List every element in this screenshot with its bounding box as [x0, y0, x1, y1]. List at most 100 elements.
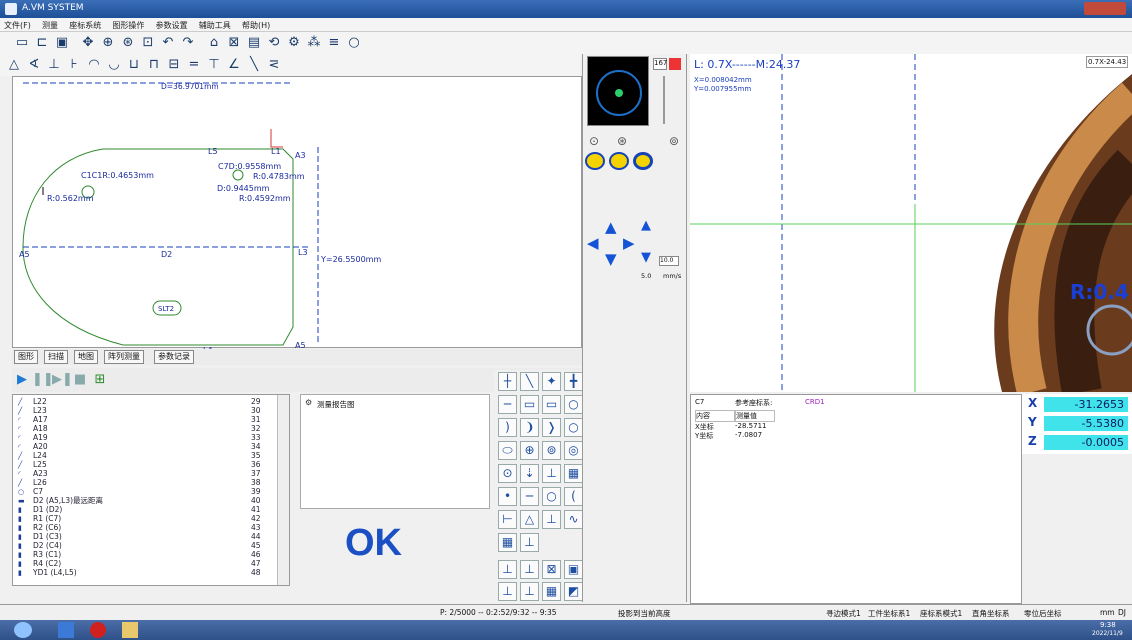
z-up-icon[interactable]: ▲: [641, 218, 651, 233]
calc-icon[interactable]: ▦: [564, 464, 583, 483]
new-file-icon[interactable]: ▭: [14, 35, 30, 51]
width-icon[interactable]: ⊢: [498, 510, 517, 529]
tree-root[interactable]: 测量报告图: [317, 399, 355, 410]
chart-icon[interactable]: ▦: [542, 582, 561, 601]
circle-tool-icon[interactable]: ○: [564, 395, 583, 414]
camera-view[interactable]: L: 0.7X------M:24.37 X=0.008042mm Y=0.00…: [690, 54, 1132, 392]
tab-params[interactable]: 参数记录: [154, 350, 194, 364]
open-folder-icon[interactable]: ⊏: [34, 35, 50, 51]
element-list[interactable]: ╱ L22 29 ╱ L23 30 ◜ A17 31 ◜ A18 32 ◜ A19 33 ◜ A20 3…: [12, 394, 290, 586]
minimap[interactable]: [587, 56, 649, 126]
home-icon[interactable]: ⌂: [206, 35, 222, 51]
crosshair-icon[interactable]: ┼: [498, 372, 517, 391]
tab-scan[interactable]: 扫描: [44, 350, 68, 364]
menu-file[interactable]: 文件(F): [0, 18, 35, 33]
window-controls[interactable]: [1084, 2, 1126, 15]
ge-icon[interactable]: ⋜: [266, 57, 282, 73]
task-app-icon[interactable]: [58, 622, 74, 638]
light-yellow-1-icon[interactable]: [585, 152, 605, 170]
pause-icon[interactable]: ❚❚: [32, 372, 54, 388]
wave-icon[interactable]: ∿: [564, 510, 583, 529]
arc-icon[interactable]: ◠: [86, 57, 102, 73]
measure2-icon[interactable]: ⊥: [520, 560, 539, 579]
image-icon[interactable]: ⊠: [226, 35, 242, 51]
arc2-tool-icon[interactable]: ❩: [520, 418, 539, 437]
drawing-canvas[interactable]: D=36.9701mm L5 L1 A3 A5 D2 L3 L4 A5 Y=26…: [12, 76, 582, 355]
box-icon[interactable]: ⊟: [166, 57, 182, 73]
light-bottom-icon[interactable]: ⊚: [669, 134, 679, 148]
zoom-icon[interactable]: ⊕: [100, 35, 116, 51]
right-arrow-icon[interactable]: ▶: [623, 234, 635, 252]
list-item[interactable]: ▮ YD1 (L4,L5) 48: [15, 568, 277, 578]
angle2-icon[interactable]: ∢: [26, 57, 42, 73]
light-ring-icon[interactable]: ⊙: [589, 134, 599, 148]
menu-graphic[interactable]: 图形操作: [108, 18, 148, 33]
list-scrollbar[interactable]: [277, 395, 289, 585]
circle7-icon[interactable]: ◎: [564, 441, 583, 460]
cross-icon[interactable]: ╋: [564, 372, 583, 391]
tab-graphic[interactable]: 图形: [14, 350, 38, 364]
z-down-icon[interactable]: ▼: [641, 250, 651, 265]
point-line-icon[interactable]: ╲: [520, 372, 539, 391]
intersect-icon[interactable]: ✦: [542, 372, 561, 391]
layer-icon[interactable]: ◩: [564, 582, 583, 601]
dist-icon[interactable]: ⊔: [126, 57, 142, 73]
ellipse-icon[interactable]: ⬭: [498, 441, 517, 460]
light-yellow-3-icon[interactable]: [633, 152, 653, 170]
task-folder-icon[interactable]: [122, 622, 138, 638]
rect-tool-icon[interactable]: ▭: [520, 395, 539, 414]
diag-icon[interactable]: ╲: [246, 57, 262, 73]
tab-map[interactable]: 地图: [74, 350, 98, 364]
step-icon[interactable]: ▶❚: [52, 372, 73, 388]
circle5-icon[interactable]: ⊕: [520, 441, 539, 460]
arc-tool-icon[interactable]: ): [498, 418, 517, 437]
arc3-tool-icon[interactable]: ❭: [542, 418, 561, 437]
redo-icon[interactable]: ↷: [180, 35, 196, 51]
measure4-icon[interactable]: ⊥: [520, 582, 539, 601]
menu-coord[interactable]: 座标系统: [65, 18, 105, 33]
target-icon[interactable]: ⊛: [120, 35, 136, 51]
arc4-icon[interactable]: (: [564, 487, 583, 506]
rect-icon[interactable]: ⊓: [146, 57, 162, 73]
angle3-icon[interactable]: ∠: [226, 57, 242, 73]
measure3-icon[interactable]: ⊥: [498, 582, 517, 601]
point-icon[interactable]: •: [498, 487, 517, 506]
fit-icon[interactable]: ⊡: [140, 35, 156, 51]
export-icon[interactable]: ⊞: [92, 372, 108, 388]
circle8-icon[interactable]: ○: [542, 487, 561, 506]
calculator-icon[interactable]: ▦: [498, 533, 517, 552]
light-yellow-2-icon[interactable]: [609, 152, 629, 170]
circle6-icon[interactable]: ⊚: [542, 441, 561, 460]
speed-value[interactable]: 10.0: [659, 256, 679, 266]
undo-icon[interactable]: ↶: [160, 35, 176, 51]
dim-icon[interactable]: ⊦: [66, 57, 82, 73]
circle2-tool-icon[interactable]: ○: [564, 418, 583, 437]
perp2-icon[interactable]: ⊥: [520, 533, 539, 552]
document-icon[interactable]: ▤: [246, 35, 262, 51]
perp-icon[interactable]: ⊥: [46, 57, 62, 73]
stop-icon[interactable]: ■: [72, 372, 88, 388]
light-coax-icon[interactable]: ⊛: [617, 134, 627, 148]
height-icon[interactable]: ⊥: [542, 510, 561, 529]
photo-icon[interactable]: ▣: [564, 560, 583, 579]
menu-params[interactable]: 参数设置: [152, 18, 192, 33]
move-icon[interactable]: ✥: [80, 35, 96, 51]
line-h-icon[interactable]: ─: [498, 395, 517, 414]
light-slider[interactable]: [663, 76, 665, 124]
arc2-icon[interactable]: ◡: [106, 57, 122, 73]
up-arrow-icon[interactable]: ▲: [605, 218, 617, 236]
target-tool-icon[interactable]: ⊙: [498, 464, 517, 483]
gear-icon[interactable]: ⚙: [286, 35, 302, 51]
probe-icon[interactable]: ⊥: [542, 464, 561, 483]
excel-icon[interactable]: ⊠: [542, 560, 561, 579]
menu-measure[interactable]: 测量: [38, 18, 62, 33]
menu-tools[interactable]: 辅助工具: [195, 18, 235, 33]
task-record-icon[interactable]: [90, 622, 106, 638]
circle-icon[interactable]: ○: [346, 35, 362, 51]
vert-icon[interactable]: ⊤: [206, 57, 222, 73]
play-icon[interactable]: ▶: [14, 372, 30, 388]
save-icon[interactable]: ▣: [54, 35, 70, 51]
start-icon[interactable]: [14, 622, 32, 638]
angle-measure-icon[interactable]: △: [6, 57, 22, 73]
measure1-icon[interactable]: ⊥: [498, 560, 517, 579]
